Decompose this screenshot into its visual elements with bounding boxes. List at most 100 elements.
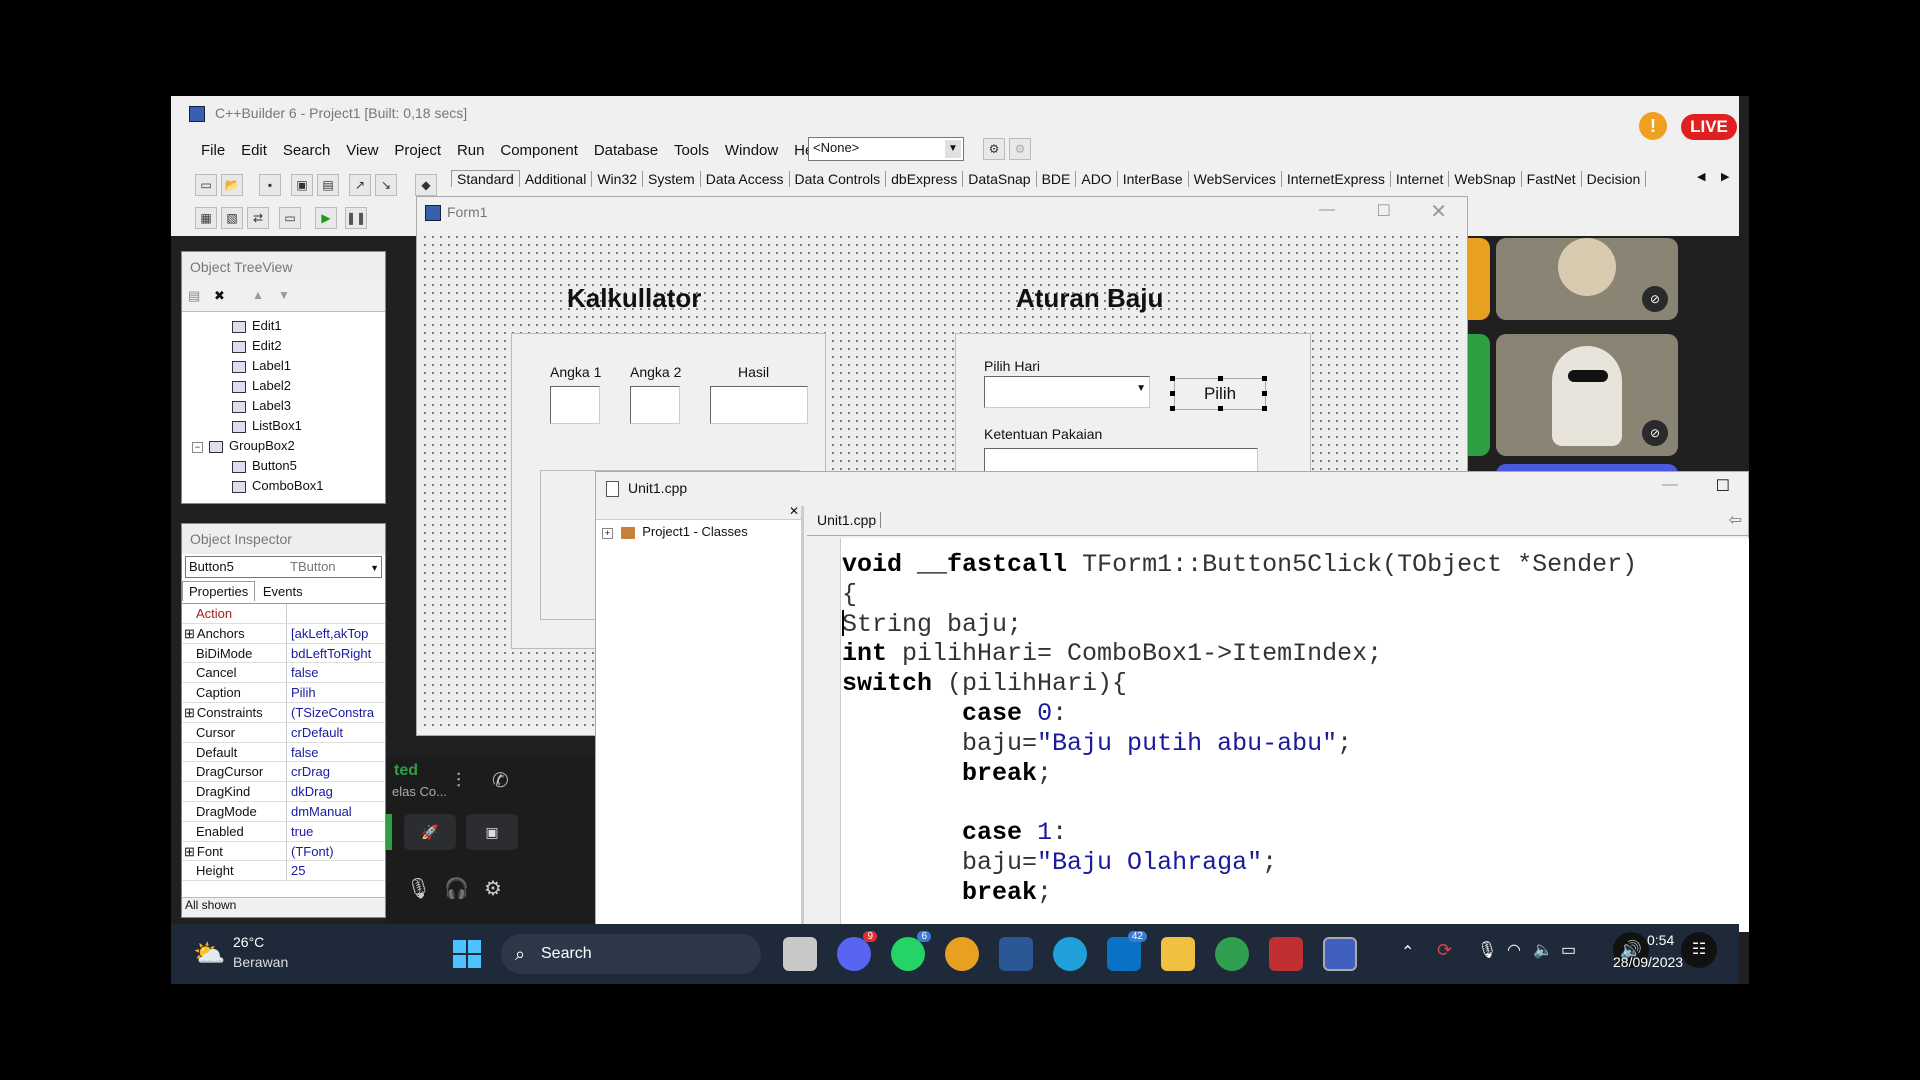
tree-item-groupbox2[interactable]: − GroupBox2 — [192, 436, 385, 456]
palette-tab-data-access[interactable]: Data Access — [701, 171, 790, 187]
chrome-profile-icon[interactable] — [1215, 937, 1249, 971]
property-value[interactable]: dkDrag — [287, 782, 333, 801]
settings-gear-icon[interactable]: ⚙ — [484, 876, 502, 901]
chevron-down-icon[interactable]: ▼ — [945, 140, 961, 158]
palette-tab-win32[interactable]: Win32 — [592, 171, 644, 187]
property-value[interactable]: crDefault — [287, 723, 343, 742]
view-unit-icon[interactable]: ▦ — [195, 207, 217, 229]
selection-handle[interactable] — [1170, 406, 1175, 411]
property-value[interactable]: (TSizeConstra — [287, 703, 374, 722]
menu-file[interactable]: File — [201, 142, 225, 159]
selection-handle[interactable] — [1218, 406, 1223, 411]
selection-handle[interactable] — [1170, 376, 1175, 381]
property-value[interactable]: true — [287, 822, 313, 841]
treeview-new-folder-icon[interactable]: ▤ — [188, 288, 200, 304]
wifi-icon[interactable]: ◠ — [1507, 940, 1521, 960]
palette-tab-system[interactable]: System — [643, 171, 701, 187]
property-row[interactable]: Cursor crDefault — [182, 722, 385, 743]
tree-item-listbox1[interactable]: ListBox1 — [192, 416, 385, 436]
property-row[interactable]: BiDiMode bdLeftToRight — [182, 643, 385, 664]
menu-run[interactable]: Run — [457, 142, 485, 159]
menu-window[interactable]: Window — [725, 142, 778, 159]
property-value[interactable]: crDrag — [287, 762, 330, 781]
toolbar-disabled-icon[interactable]: ⚙ — [1009, 138, 1031, 160]
treeview-delete-icon[interactable]: ✖ — [214, 288, 225, 304]
winrar-icon[interactable] — [1269, 937, 1303, 971]
tree-item-combobox1[interactable]: ComboBox1 — [192, 476, 385, 496]
view-form-icon[interactable]: ▧ — [221, 207, 243, 229]
tab-unit1-cpp[interactable]: Unit1.cpp — [813, 512, 882, 528]
new-file-icon[interactable]: ▭ — [195, 174, 217, 196]
property-value[interactable]: dmManual — [287, 802, 352, 821]
maximize-icon[interactable]: ☐ — [1377, 201, 1391, 221]
selection-handle[interactable] — [1262, 376, 1267, 381]
combobox-hari[interactable]: ▼ — [984, 376, 1150, 408]
save-all-icon[interactable]: ▣ — [291, 174, 313, 196]
property-row[interactable]: Caption Pilih — [182, 683, 385, 703]
menu-edit[interactable]: Edit — [241, 142, 267, 159]
disconnect-icon[interactable]: ✆ — [492, 768, 509, 793]
property-row[interactable]: Default false — [182, 742, 385, 763]
maximize-icon[interactable]: ☐ — [1716, 476, 1730, 496]
chevron-up-icon[interactable]: ⌃ — [1401, 942, 1414, 962]
selection-handle[interactable] — [1262, 391, 1267, 396]
help-book-icon[interactable]: ◆ — [415, 174, 437, 196]
tree-item-edit1[interactable]: Edit1 — [192, 316, 385, 336]
selection-handle[interactable] — [1262, 406, 1267, 411]
whatsapp-icon[interactable]: 6 — [891, 931, 931, 971]
battery-icon[interactable]: ▭ — [1561, 940, 1576, 960]
clock-time[interactable]: 0:54 — [1647, 932, 1674, 948]
menu-component[interactable]: Component — [500, 142, 578, 159]
soundwave-icon[interactable]: ⫶ — [456, 770, 461, 793]
run-icon[interactable]: ▶ — [315, 207, 337, 229]
property-row[interactable]: ⊞ Constraints (TSizeConstra — [182, 702, 385, 723]
chrome-icon[interactable] — [945, 937, 979, 971]
property-row[interactable]: Height 25 — [182, 861, 385, 882]
palette-tab-internetexpress[interactable]: InternetExpress — [1282, 171, 1391, 187]
code-area[interactable]: void __fastcall TForm1::Button5Click(TOb… — [807, 538, 1749, 932]
tree-item-label3[interactable]: Label3 — [192, 396, 385, 416]
new-form-icon[interactable]: ▭ — [279, 207, 301, 229]
palette-tab-datasnap[interactable]: DataSnap — [963, 171, 1037, 187]
palette-tab-data-controls[interactable]: Data Controls — [790, 171, 887, 187]
object-selector[interactable]: Button5 TButton ▼ — [185, 556, 382, 578]
headphones-icon[interactable]: 🎧 — [444, 876, 469, 901]
palette-tab-interbase[interactable]: InterBase — [1118, 171, 1189, 187]
edge-icon[interactable] — [1053, 937, 1087, 971]
clock-date[interactable]: 28/09/2023 — [1613, 954, 1683, 970]
windows-start-icon[interactable] — [453, 940, 481, 968]
expand-icon[interactable]: + — [602, 528, 613, 539]
pause-icon[interactable]: ❚❚ — [345, 207, 367, 229]
arrow-down-icon[interactable]: ▼ — [278, 288, 290, 302]
activity-rocket-icon[interactable]: 🚀 — [404, 814, 456, 850]
property-row[interactable]: DragCursor crDrag — [182, 762, 385, 783]
microphone-icon[interactable]: 🎙 — [406, 876, 431, 901]
open-project-icon[interactable]: ▤ — [317, 174, 339, 196]
weather-cloud-icon[interactable]: ⛅ — [193, 938, 225, 969]
palette-tab-internet[interactable]: Internet — [1391, 171, 1450, 187]
notification-center-icon[interactable]: ☷ — [1681, 932, 1717, 968]
discord-icon[interactable]: 9 — [837, 931, 877, 971]
property-row[interactable]: DragKind dkDrag — [182, 782, 385, 802]
close-icon[interactable]: ✕ — [789, 504, 799, 518]
property-value[interactable]: 25 — [287, 861, 305, 880]
tree-item-label2[interactable]: Label2 — [192, 376, 385, 396]
minimize-icon[interactable]: — — [1662, 476, 1678, 494]
config-select[interactable]: <None> ▼ — [808, 137, 964, 161]
property-value[interactable]: false — [287, 743, 318, 762]
edit-angka2[interactable] — [630, 386, 680, 424]
palette-tab-fastnet[interactable]: FastNet — [1522, 171, 1582, 187]
property-row[interactable]: ⊞ Anchors [akLeft,akTop — [182, 623, 385, 644]
property-value[interactable]: false — [287, 663, 318, 682]
palette-tab-ado[interactable]: ADO — [1076, 171, 1118, 187]
property-value[interactable]: [akLeft,akTop — [287, 624, 368, 643]
warning-icon[interactable]: ! — [1639, 112, 1667, 140]
menu-database[interactable]: Database — [594, 142, 658, 159]
palette-tab-decision[interactable]: Decision — [1582, 171, 1647, 187]
menu-search[interactable]: Search — [283, 142, 331, 159]
tree-item-button5[interactable]: Button5 — [192, 456, 385, 476]
volume-icon[interactable]: 🔈 — [1533, 940, 1553, 960]
edit-angka1[interactable] — [550, 386, 600, 424]
cbuilder-taskbar-icon[interactable] — [1323, 937, 1357, 971]
property-value[interactable]: (TFont) — [287, 842, 334, 861]
